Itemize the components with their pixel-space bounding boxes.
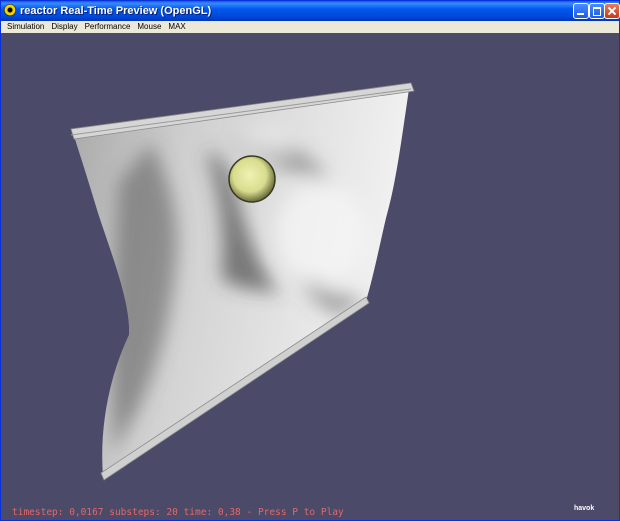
- menu-performance[interactable]: Performance: [82, 21, 135, 33]
- reactor-app-icon[interactable]: [4, 4, 16, 16]
- menu-bar: Simulation Display Performance Mouse MAX: [1, 21, 619, 33]
- menu-max[interactable]: MAX: [165, 21, 189, 33]
- simulation-status-text: timestep: 0,0167 substeps: 20 time: 0,38…: [12, 507, 344, 518]
- menu-mouse[interactable]: Mouse: [134, 21, 165, 33]
- title-bar[interactable]: reactor Real-Time Preview (OpenGL): [1, 1, 620, 21]
- 3d-viewport[interactable]: timestep: 0,0167 substeps: 20 time: 0,38…: [1, 33, 619, 520]
- cloth-sheet: [70, 82, 415, 481]
- maximize-button[interactable]: [589, 3, 605, 19]
- havok-logo-text: havok: [574, 505, 595, 512]
- menu-display[interactable]: Display: [48, 21, 81, 33]
- menu-simulation[interactable]: Simulation: [4, 21, 48, 33]
- collision-sphere: [228, 155, 276, 203]
- window-title: reactor Real-Time Preview (OpenGL): [20, 5, 212, 17]
- havok-logo: havok: [574, 499, 594, 513]
- app-window: reactor Real-Time Preview (OpenGL) Simul…: [0, 0, 620, 521]
- close-button[interactable]: [604, 3, 620, 19]
- minimize-button[interactable]: [573, 3, 589, 19]
- scene-render: [70, 82, 415, 481]
